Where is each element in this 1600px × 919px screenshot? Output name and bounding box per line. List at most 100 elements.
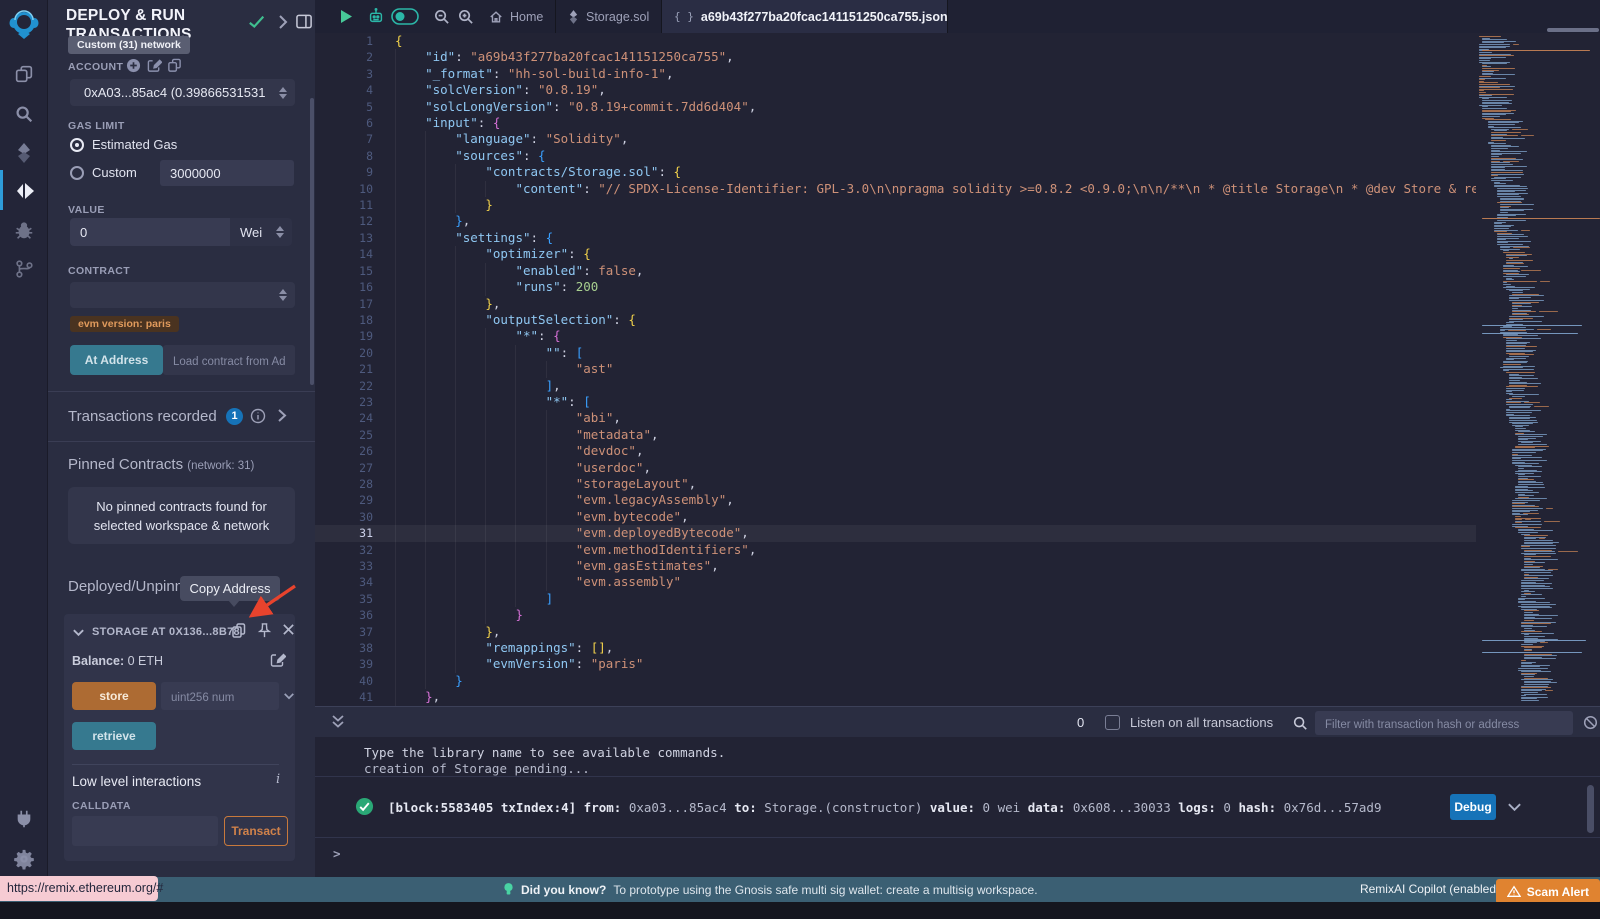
tab-home[interactable]: Home: [477, 0, 556, 33]
retrieve-button[interactable]: retrieve: [72, 722, 156, 750]
copilot-toggle-icon[interactable]: [391, 8, 419, 25]
estimated-gas-radio[interactable]: [70, 138, 84, 152]
code-line[interactable]: 11}: [315, 197, 1476, 213]
code-line[interactable]: 21"ast": [315, 361, 1476, 377]
code-line[interactable]: 20"": [: [315, 345, 1476, 361]
value-unit-select[interactable]: Wei: [230, 218, 292, 246]
run-script-icon[interactable]: [339, 9, 353, 24]
code-line[interactable]: 12},: [315, 213, 1476, 229]
code-line[interactable]: 16"runs": 200: [315, 279, 1476, 295]
plugin-manager-icon[interactable]: [0, 800, 48, 838]
pin-contract-icon[interactable]: [257, 622, 272, 639]
code-editor[interactable]: 1{2"id": "a69b43f277ba20fcac141151250ca7…: [315, 33, 1476, 706]
terminal-filter-input[interactable]: [1315, 711, 1573, 735]
collapse-chevron-icon[interactable]: [72, 626, 85, 639]
code-line[interactable]: 38"remappings": [],: [315, 640, 1476, 656]
code-line[interactable]: 37},: [315, 624, 1476, 640]
code-line[interactable]: 18"outputSelection": {: [315, 312, 1476, 328]
code-line[interactable]: 22],: [315, 378, 1476, 394]
code-line[interactable]: 23"*": [: [315, 394, 1476, 410]
panel-scrollbar[interactable]: [310, 98, 314, 385]
contract-stepper-icon[interactable]: [279, 289, 287, 301]
debugger-icon[interactable]: [0, 212, 48, 250]
edit-account-icon[interactable]: [147, 58, 162, 73]
low-level-info-icon[interactable]: i: [276, 772, 280, 787]
settings-gear-icon[interactable]: [0, 840, 48, 878]
scam-alert-button[interactable]: Scam Alert: [1496, 879, 1600, 904]
value-unit-stepper-icon[interactable]: [276, 226, 284, 238]
file-explorer-icon[interactable]: [0, 55, 48, 93]
pin-panel-icon[interactable]: [296, 14, 313, 30]
terminal-prompt[interactable]: >: [333, 846, 341, 861]
transact-button[interactable]: Transact: [224, 816, 288, 846]
at-address-button[interactable]: At Address: [70, 345, 163, 375]
load-contract-input[interactable]: [163, 345, 295, 375]
copy-account-icon[interactable]: [167, 58, 182, 73]
terminal-scrollbar[interactable]: [1587, 785, 1594, 833]
tab-json-active[interactable]: { } a69b43f277ba20fcac141151250ca755.jso…: [662, 0, 948, 33]
info-icon[interactable]: [250, 408, 266, 424]
code-line[interactable]: 31"evm.deployedBytecode",: [315, 525, 1476, 541]
expand-args-chevron-icon[interactable]: [283, 690, 295, 702]
ai-assistant-robot-icon[interactable]: [367, 7, 385, 25]
code-line[interactable]: 40}: [315, 673, 1476, 689]
code-line[interactable]: 24"abi",: [315, 410, 1476, 426]
editor-minimap[interactable]: [1476, 33, 1600, 706]
code-line[interactable]: 25"metadata",: [315, 427, 1476, 443]
code-line[interactable]: 15"enabled": false,: [315, 263, 1476, 279]
zoom-in-icon[interactable]: [457, 8, 474, 25]
code-line[interactable]: 32"evm.methodIdentifiers",: [315, 542, 1476, 558]
contract-select[interactable]: [70, 282, 295, 308]
remix-logo-icon[interactable]: [0, 6, 48, 44]
zoom-out-icon[interactable]: [433, 8, 450, 25]
create-account-icon[interactable]: [126, 58, 141, 73]
code-line[interactable]: 27"userdoc",: [315, 460, 1476, 476]
code-line[interactable]: 35]: [315, 591, 1476, 607]
code-line[interactable]: 26"devdoc",: [315, 443, 1476, 459]
code-line[interactable]: 5"solcLongVersion": "0.8.19+commit.7dd6d…: [315, 99, 1476, 115]
code-line[interactable]: 8"sources": {: [315, 148, 1476, 164]
code-line[interactable]: 6"input": {: [315, 115, 1476, 131]
code-line[interactable]: 33"evm.gasEstimates",: [315, 558, 1476, 574]
code-line[interactable]: 7"language": "Solidity",: [315, 131, 1476, 147]
value-input[interactable]: [70, 218, 230, 246]
code-line[interactable]: 19"*": {: [315, 328, 1476, 344]
close-contract-icon[interactable]: [282, 623, 295, 636]
store-button[interactable]: store: [72, 682, 156, 710]
code-line[interactable]: 41},: [315, 689, 1476, 705]
code-line[interactable]: 28"storageLayout",: [315, 476, 1476, 492]
tab-storage-sol[interactable]: Storage.sol: [556, 0, 662, 33]
custom-gas-input[interactable]: [160, 160, 294, 186]
code-line[interactable]: 39"evmVersion": "paris": [315, 656, 1476, 672]
code-line[interactable]: 29"evm.legacyAssembly",: [315, 492, 1476, 508]
transaction-log-row[interactable]: [block:5583405 txIndex:4] from: 0xa03...…: [315, 776, 1600, 838]
custom-gas-radio[interactable]: [70, 166, 84, 180]
search-icon[interactable]: [0, 95, 48, 133]
code-line[interactable]: 36}: [315, 607, 1476, 623]
code-line[interactable]: 1{: [315, 33, 1476, 49]
code-line[interactable]: 9"contracts/Storage.sol": {: [315, 164, 1476, 180]
copy-address-icon[interactable]: [231, 622, 247, 639]
account-stepper-icon[interactable]: [279, 87, 287, 99]
transactions-chevron-icon[interactable]: [276, 408, 288, 423]
expand-terminal-icon[interactable]: [331, 714, 345, 730]
code-line[interactable]: 34"evm.assembly": [315, 574, 1476, 590]
deploy-and-run-icon[interactable]: [0, 172, 48, 210]
tabbar-scrollbar[interactable]: [1547, 28, 1599, 32]
clear-console-icon[interactable]: [1583, 715, 1598, 730]
code-line[interactable]: 2"id": "a69b43f277ba20fcac141151250ca755…: [315, 49, 1476, 65]
listen-all-checkbox[interactable]: [1105, 715, 1120, 730]
solidity-compiler-icon[interactable]: [0, 134, 48, 172]
store-arg-input[interactable]: [161, 682, 279, 710]
code-line[interactable]: 17},: [315, 296, 1476, 312]
debug-button[interactable]: Debug: [1450, 794, 1496, 820]
terminal-search-icon[interactable]: [1292, 715, 1308, 731]
tx-expand-chevron-icon[interactable]: [1507, 800, 1522, 814]
code-line[interactable]: 4"solcVersion": "0.8.19",: [315, 82, 1476, 98]
code-line[interactable]: 10"content": "// SPDX-License-Identifier…: [315, 181, 1476, 197]
chevron-right-icon[interactable]: [276, 14, 290, 30]
code-line[interactable]: 3"_format": "hh-sol-build-info-1",: [315, 66, 1476, 82]
copilot-status[interactable]: RemixAI Copilot (enabled): [1360, 882, 1500, 896]
account-select[interactable]: 0xA03...85ac4 (0.39866531531: [70, 79, 295, 106]
edit-balance-icon[interactable]: [270, 652, 286, 668]
